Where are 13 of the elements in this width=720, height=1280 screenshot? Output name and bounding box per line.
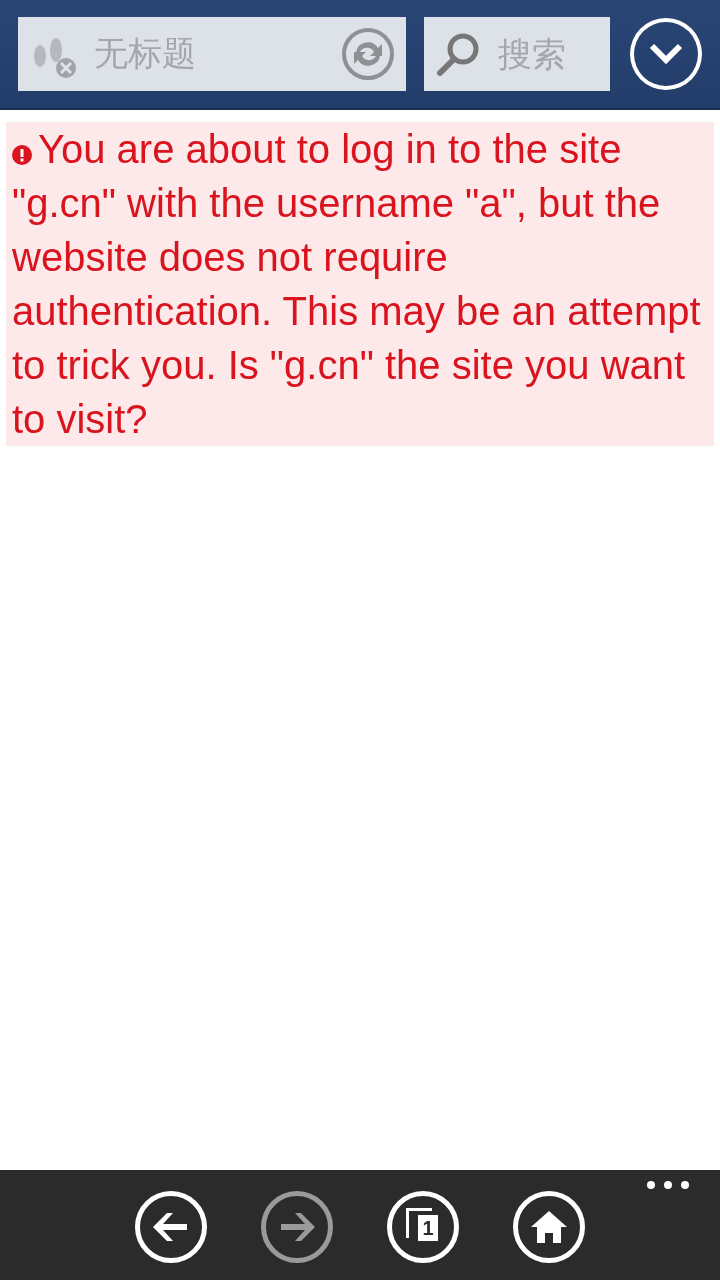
more-icon[interactable] <box>646 1180 690 1190</box>
expand-button[interactable] <box>630 18 702 90</box>
search-field[interactable]: 搜索 <box>424 17 611 91</box>
warning-message: You are about to log in to the site "g.cn" with the username "a", but the website does not require authentication. This may be an attempt to trick you. Is "g.cn" the site you want to visit? <box>6 122 714 446</box>
chevron-down-icon <box>648 42 685 66</box>
tabs-button[interactable]: 1 <box>387 1191 459 1263</box>
warning-icon <box>12 145 32 165</box>
tab-count: 1 <box>418 1215 438 1241</box>
home-icon <box>529 1209 569 1245</box>
back-button[interactable] <box>135 1191 207 1263</box>
page-title: 无标题 <box>94 32 197 75</box>
home-button[interactable] <box>513 1191 585 1263</box>
search-icon <box>436 32 481 76</box>
